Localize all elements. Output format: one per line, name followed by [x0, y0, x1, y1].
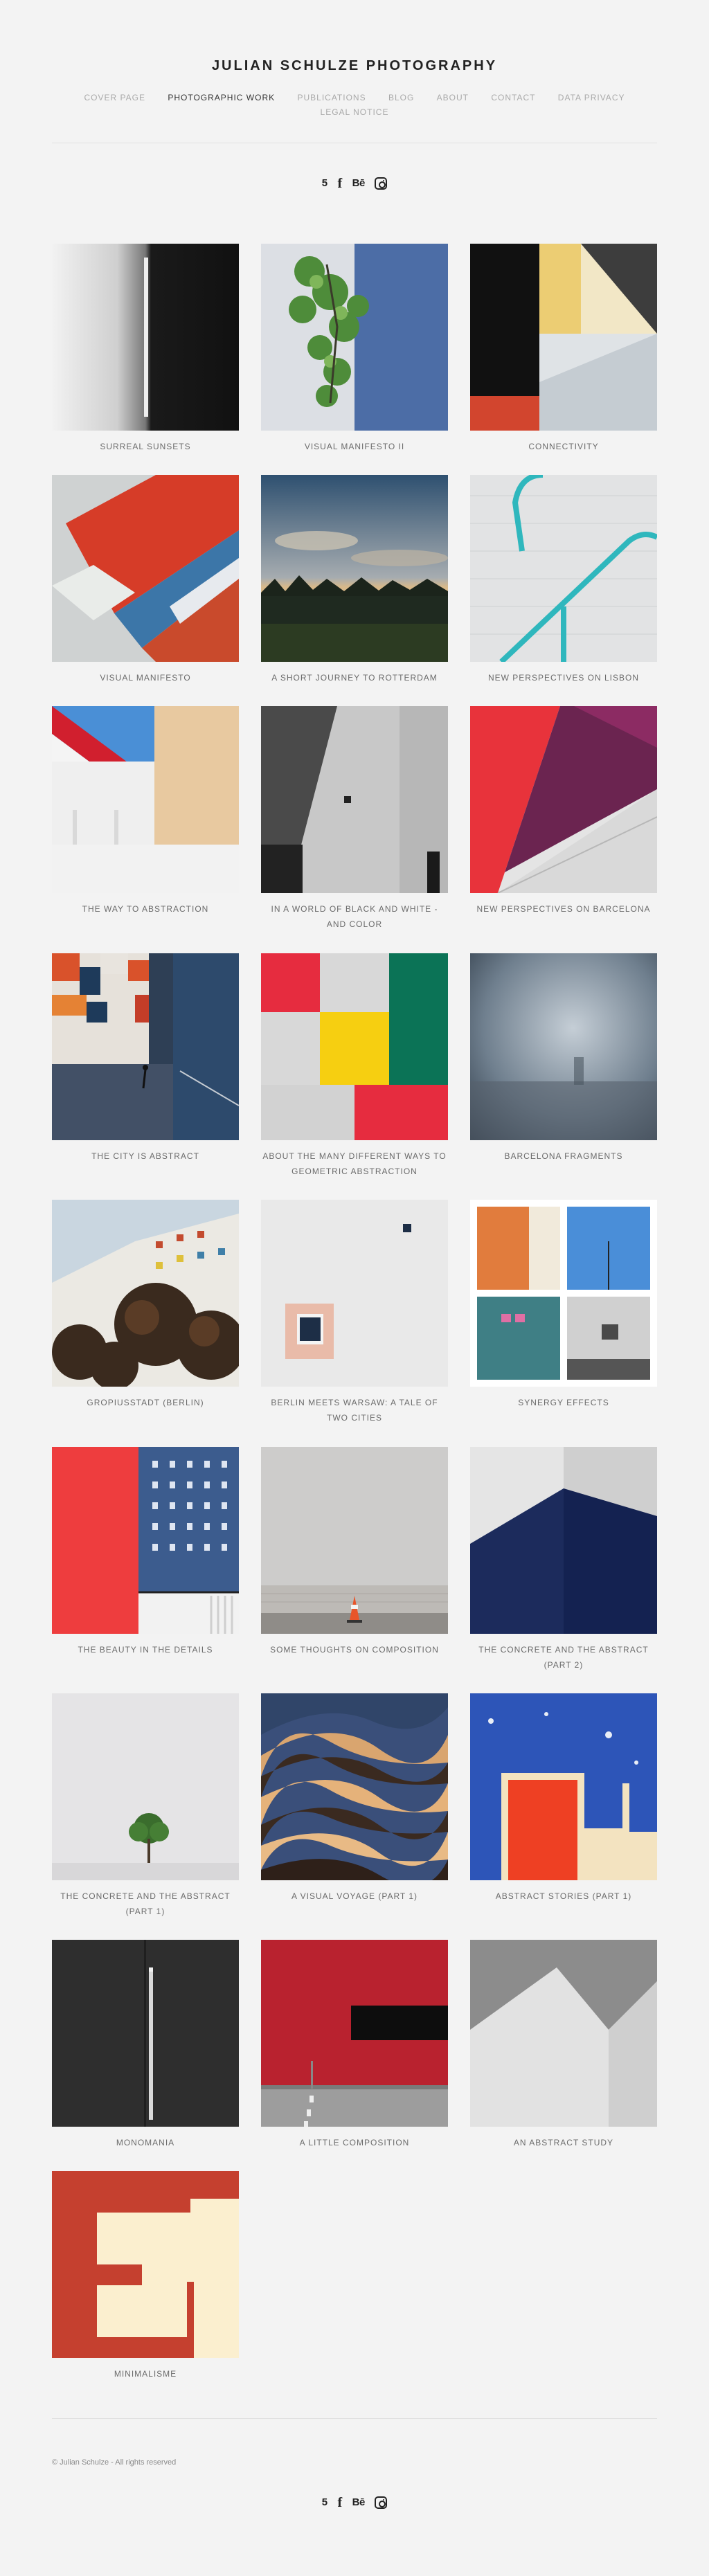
gallery-thumbnail[interactable]	[261, 1200, 448, 1387]
gallery-caption[interactable]: THE CONCRETE AND THE ABSTRACT (PART 1)	[52, 1889, 239, 1919]
nav-row-2: LEGAL NOTICE	[0, 105, 709, 120]
gallery-thumbnail[interactable]	[52, 475, 239, 662]
gallery-caption[interactable]: SURREAL SUNSETS	[52, 439, 239, 454]
gallery-thumbnail[interactable]	[261, 953, 448, 1140]
gallery-thumbnail[interactable]	[470, 1693, 657, 1880]
gallery-caption[interactable]: THE CITY IS ABSTRACT	[52, 1149, 239, 1164]
gallery-thumbnail[interactable]	[261, 1447, 448, 1634]
gallery-caption[interactable]: AN ABSTRACT STUDY	[470, 2135, 657, 2150]
gallery-caption[interactable]: NEW PERSPECTIVES ON BARCELONA	[470, 901, 657, 917]
500px-icon[interactable]: 5	[322, 176, 327, 191]
gallery-caption[interactable]: IN A WORLD OF BLACK AND WHITE - AND COLO…	[261, 901, 448, 932]
footer-divider	[52, 2418, 657, 2419]
gallery-item[interactable]: CONNECTIVITY	[470, 244, 657, 454]
gallery-item[interactable]: A VISUAL VOYAGE (PART 1)	[261, 1693, 448, 1904]
nav-publications[interactable]: PUBLICATIONS	[297, 91, 366, 105]
gallery-thumbnail[interactable]	[470, 1200, 657, 1387]
gallery-item[interactable]: THE WAY TO ABSTRACTION	[52, 706, 239, 917]
instagram-icon[interactable]	[375, 177, 388, 190]
gallery-item[interactable]: SOME THOUGHTS ON COMPOSITION	[261, 1447, 448, 1657]
gallery-caption[interactable]: GROPIUSSTADT (BERLIN)	[52, 1395, 239, 1410]
gallery-item[interactable]: THE BEAUTY IN THE DETAILS	[52, 1447, 239, 1657]
gallery-item[interactable]: SYNERGY EFFECTS	[470, 1200, 657, 1410]
gallery-item[interactable]: VISUAL MANIFESTO II	[261, 244, 448, 454]
gallery-item[interactable]: THE CITY IS ABSTRACT	[52, 953, 239, 1164]
gallery-thumbnail[interactable]	[261, 475, 448, 662]
gallery-caption[interactable]: A VISUAL VOYAGE (PART 1)	[261, 1889, 448, 1904]
gallery-thumbnail[interactable]	[52, 2171, 239, 2358]
nav-about[interactable]: ABOUT	[437, 91, 469, 105]
gallery-thumbnail[interactable]	[52, 1940, 239, 2127]
gallery-caption[interactable]: THE WAY TO ABSTRACTION	[52, 901, 239, 917]
gallery-item[interactable]: THE CONCRETE AND THE ABSTRACT (PART 1)	[52, 1693, 239, 1919]
footer-copyright: © Julian Schulze - All rights reserved	[52, 2458, 177, 2467]
gallery-thumbnail[interactable]	[470, 475, 657, 662]
gallery-caption[interactable]: THE BEAUTY IN THE DETAILS	[52, 1642, 239, 1657]
gallery-caption[interactable]: SOME THOUGHTS ON COMPOSITION	[261, 1642, 448, 1657]
gallery-item[interactable]: GROPIUSSTADT (BERLIN)	[52, 1200, 239, 1410]
500px-icon[interactable]: 5	[322, 2495, 327, 2510]
gallery-caption[interactable]: A LITTLE COMPOSITION	[261, 2135, 448, 2150]
gallery-item[interactable]: BERLIN MEETS WARSAW: A TALE OF TWO CITIE…	[261, 1200, 448, 1425]
gallery-thumbnail[interactable]	[261, 706, 448, 893]
gallery-item[interactable]: NEW PERSPECTIVES ON LISBON	[470, 475, 657, 685]
gallery-item[interactable]: IN A WORLD OF BLACK AND WHITE - AND COLO…	[261, 706, 448, 932]
behance-icon[interactable]: Bē	[352, 2495, 366, 2510]
footer-social-links: 5 f Bē	[0, 2495, 709, 2512]
gallery-thumbnail[interactable]	[470, 1447, 657, 1634]
gallery-thumbnail[interactable]	[470, 244, 657, 431]
facebook-icon[interactable]: f	[338, 176, 343, 191]
nav-cover-page[interactable]: COVER PAGE	[84, 91, 145, 105]
gallery-caption[interactable]: A SHORT JOURNEY TO ROTTERDAM	[261, 670, 448, 685]
gallery-item[interactable]: MINIMALISME	[52, 2171, 239, 2381]
site-title[interactable]: JULIAN SCHULZE PHOTOGRAPHY	[0, 58, 709, 74]
gallery-thumbnail[interactable]	[52, 1447, 239, 1634]
gallery-item[interactable]: VISUAL MANIFESTO	[52, 475, 239, 685]
gallery-caption[interactable]: ABSTRACT STORIES (PART 1)	[470, 1889, 657, 1904]
gallery-thumbnail[interactable]	[470, 1940, 657, 2127]
gallery-caption[interactable]: NEW PERSPECTIVES ON LISBON	[470, 670, 657, 685]
gallery-caption[interactable]: BERLIN MEETS WARSAW: A TALE OF TWO CITIE…	[261, 1395, 448, 1425]
header-social-links: 5 f Bē	[0, 176, 709, 192]
gallery-caption[interactable]: BARCELONA FRAGMENTS	[470, 1149, 657, 1164]
facebook-icon[interactable]: f	[338, 2495, 343, 2510]
nav-legal-notice[interactable]: LEGAL NOTICE	[321, 105, 389, 120]
gallery-thumbnail[interactable]	[52, 1200, 239, 1387]
instagram-icon[interactable]	[375, 2496, 388, 2509]
gallery-caption[interactable]: MONOMANIA	[52, 2135, 239, 2150]
gallery-caption[interactable]: VISUAL MANIFESTO	[52, 670, 239, 685]
gallery-thumbnail[interactable]	[52, 244, 239, 431]
gallery-caption[interactable]: MINIMALISME	[52, 2366, 239, 2381]
gallery-item[interactable]: ABOUT THE MANY DIFFERENT WAYS TO GEOMETR…	[261, 953, 448, 1179]
gallery-thumbnail[interactable]	[52, 953, 239, 1140]
nav-photographic-work[interactable]: PHOTOGRAPHIC WORK	[168, 91, 275, 105]
gallery-caption[interactable]: THE CONCRETE AND THE ABSTRACT (PART 2)	[470, 1642, 657, 1673]
nav-contact[interactable]: CONTACT	[491, 91, 535, 105]
gallery-item[interactable]: MONOMANIA	[52, 1940, 239, 2150]
gallery-item[interactable]: BARCELONA FRAGMENTS	[470, 953, 657, 1164]
gallery-thumbnail[interactable]	[470, 953, 657, 1140]
gallery-item[interactable]: A SHORT JOURNEY TO ROTTERDAM	[261, 475, 448, 685]
gallery-item[interactable]: THE CONCRETE AND THE ABSTRACT (PART 2)	[470, 1447, 657, 1673]
nav-data-privacy[interactable]: DATA PRIVACY	[558, 91, 625, 105]
gallery-item[interactable]: AN ABSTRACT STUDY	[470, 1940, 657, 2150]
gallery-thumbnail[interactable]	[52, 1693, 239, 1880]
gallery-thumbnail[interactable]	[261, 1693, 448, 1880]
main-nav: COVER PAGE PHOTOGRAPHIC WORK PUBLICATION…	[0, 91, 709, 120]
gallery-item[interactable]: A LITTLE COMPOSITION	[261, 1940, 448, 2150]
behance-icon[interactable]: Bē	[352, 176, 366, 191]
gallery-caption[interactable]: ABOUT THE MANY DIFFERENT WAYS TO GEOMETR…	[261, 1149, 448, 1179]
gallery-item[interactable]: NEW PERSPECTIVES ON BARCELONA	[470, 706, 657, 917]
nav-row-1: COVER PAGE PHOTOGRAPHIC WORK PUBLICATION…	[0, 91, 709, 105]
gallery-caption[interactable]: CONNECTIVITY	[470, 439, 657, 454]
gallery-caption[interactable]: SYNERGY EFFECTS	[470, 1395, 657, 1410]
gallery-thumbnail[interactable]	[470, 706, 657, 893]
gallery-caption[interactable]: VISUAL MANIFESTO II	[261, 439, 448, 454]
nav-blog[interactable]: BLOG	[388, 91, 414, 105]
gallery-thumbnail[interactable]	[52, 706, 239, 893]
gallery-thumbnail[interactable]	[261, 244, 448, 431]
gallery-thumbnail[interactable]	[261, 1940, 448, 2127]
gallery-item[interactable]: ABSTRACT STORIES (PART 1)	[470, 1693, 657, 1904]
gallery-item[interactable]: SURREAL SUNSETS	[52, 244, 239, 454]
